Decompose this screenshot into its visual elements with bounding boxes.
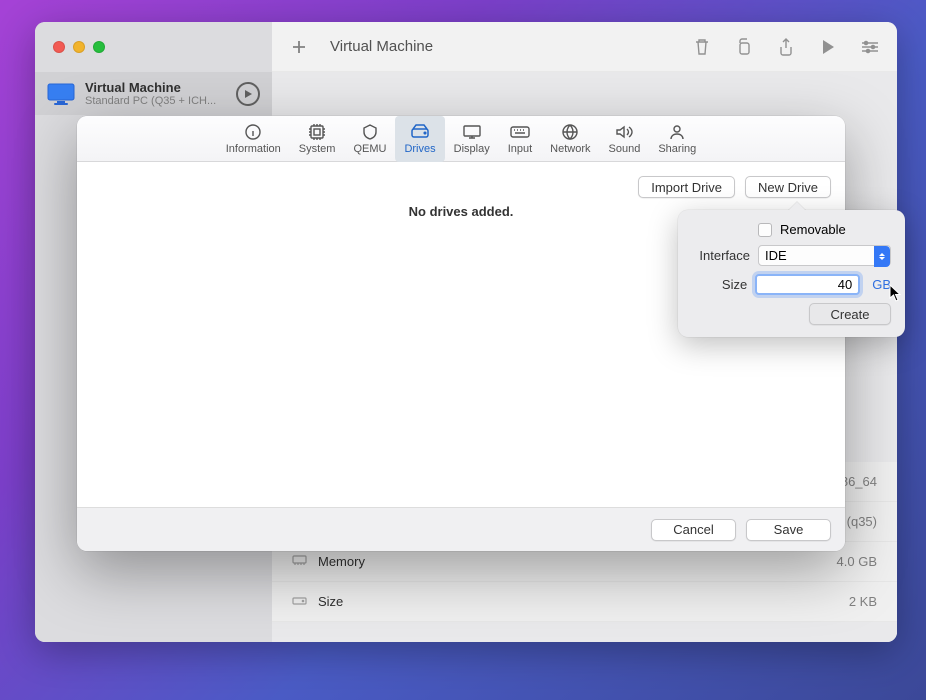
size-label: Size — [692, 277, 747, 292]
vm-subtitle: Standard PC (Q35 + ICH... — [85, 95, 226, 107]
mouse-cursor — [889, 284, 903, 302]
share-icon[interactable] — [777, 38, 795, 56]
clone-icon[interactable] — [735, 38, 753, 56]
tab-sharing[interactable]: Sharing — [649, 116, 705, 162]
system-icon — [308, 123, 326, 141]
tab-label: Drives — [404, 143, 435, 155]
tab-input[interactable]: Input — [499, 116, 541, 162]
tab-label: Input — [508, 143, 532, 155]
monitor-icon — [47, 83, 75, 105]
create-button[interactable]: Create — [809, 303, 891, 325]
close-window-button[interactable] — [53, 41, 65, 53]
play-icon[interactable] — [819, 38, 837, 56]
information-icon — [244, 123, 262, 141]
new-drive-popover: Removable Interface IDE Size GB Create — [678, 210, 905, 337]
tab-system[interactable]: System — [290, 116, 345, 162]
chevron-up-down-icon — [874, 246, 890, 267]
sound-icon — [615, 123, 633, 141]
interface-select[interactable]: IDE — [758, 245, 891, 266]
interface-value: IDE — [765, 248, 787, 263]
settings-tabs: Information System QEMU Drives Display Input N… — [77, 116, 845, 162]
minimize-window-button[interactable] — [73, 41, 85, 53]
tab-drives[interactable]: Drives — [395, 116, 444, 162]
save-button[interactable]: Save — [746, 519, 831, 541]
toolbar-title: Virtual Machine — [330, 38, 677, 55]
detail-value: 4.0 GB — [837, 554, 877, 569]
size-input[interactable] — [755, 274, 860, 295]
tab-label: Sharing — [658, 143, 696, 155]
trash-icon[interactable] — [693, 38, 711, 56]
new-drive-button[interactable]: New Drive — [745, 176, 831, 198]
tab-display[interactable]: Display — [445, 116, 499, 162]
removable-label: Removable — [780, 222, 846, 237]
settings-icon[interactable] — [861, 38, 879, 56]
tab-label: QEMU — [353, 143, 386, 155]
drive-icon — [292, 594, 318, 609]
display-icon — [462, 123, 482, 141]
vm-play-button[interactable] — [236, 82, 260, 106]
tab-sound[interactable]: Sound — [600, 116, 650, 162]
detail-label: Size — [318, 594, 849, 609]
sidebar-vm-item[interactable]: Virtual Machine Standard PC (Q35 + ICH..… — [35, 72, 272, 115]
memory-icon — [292, 554, 318, 569]
detail-label: Memory — [318, 554, 837, 569]
interface-label: Interface — [692, 248, 750, 263]
tab-information[interactable]: Information — [217, 116, 290, 162]
input-icon — [510, 123, 530, 141]
removable-checkbox[interactable] — [758, 223, 772, 237]
cancel-button[interactable]: Cancel — [651, 519, 736, 541]
network-icon — [561, 123, 579, 141]
sharing-icon — [668, 123, 686, 141]
add-button[interactable] — [290, 38, 308, 56]
tab-qemu[interactable]: QEMU — [344, 116, 395, 162]
tab-label: Information — [226, 143, 281, 155]
vm-name: Virtual Machine — [85, 80, 226, 95]
zoom-window-button[interactable] — [93, 41, 105, 53]
titlebar — [35, 22, 272, 72]
tab-label: Sound — [609, 143, 641, 155]
tab-label: Network — [550, 143, 590, 155]
drives-icon — [410, 123, 430, 141]
detail-row: Size2 KB — [272, 582, 897, 622]
import-drive-button[interactable]: Import Drive — [638, 176, 735, 198]
qemu-icon — [361, 123, 379, 141]
tab-label: Display — [454, 143, 490, 155]
detail-value: 2 KB — [849, 594, 877, 609]
tab-network[interactable]: Network — [541, 116, 599, 162]
tab-label: System — [299, 143, 336, 155]
